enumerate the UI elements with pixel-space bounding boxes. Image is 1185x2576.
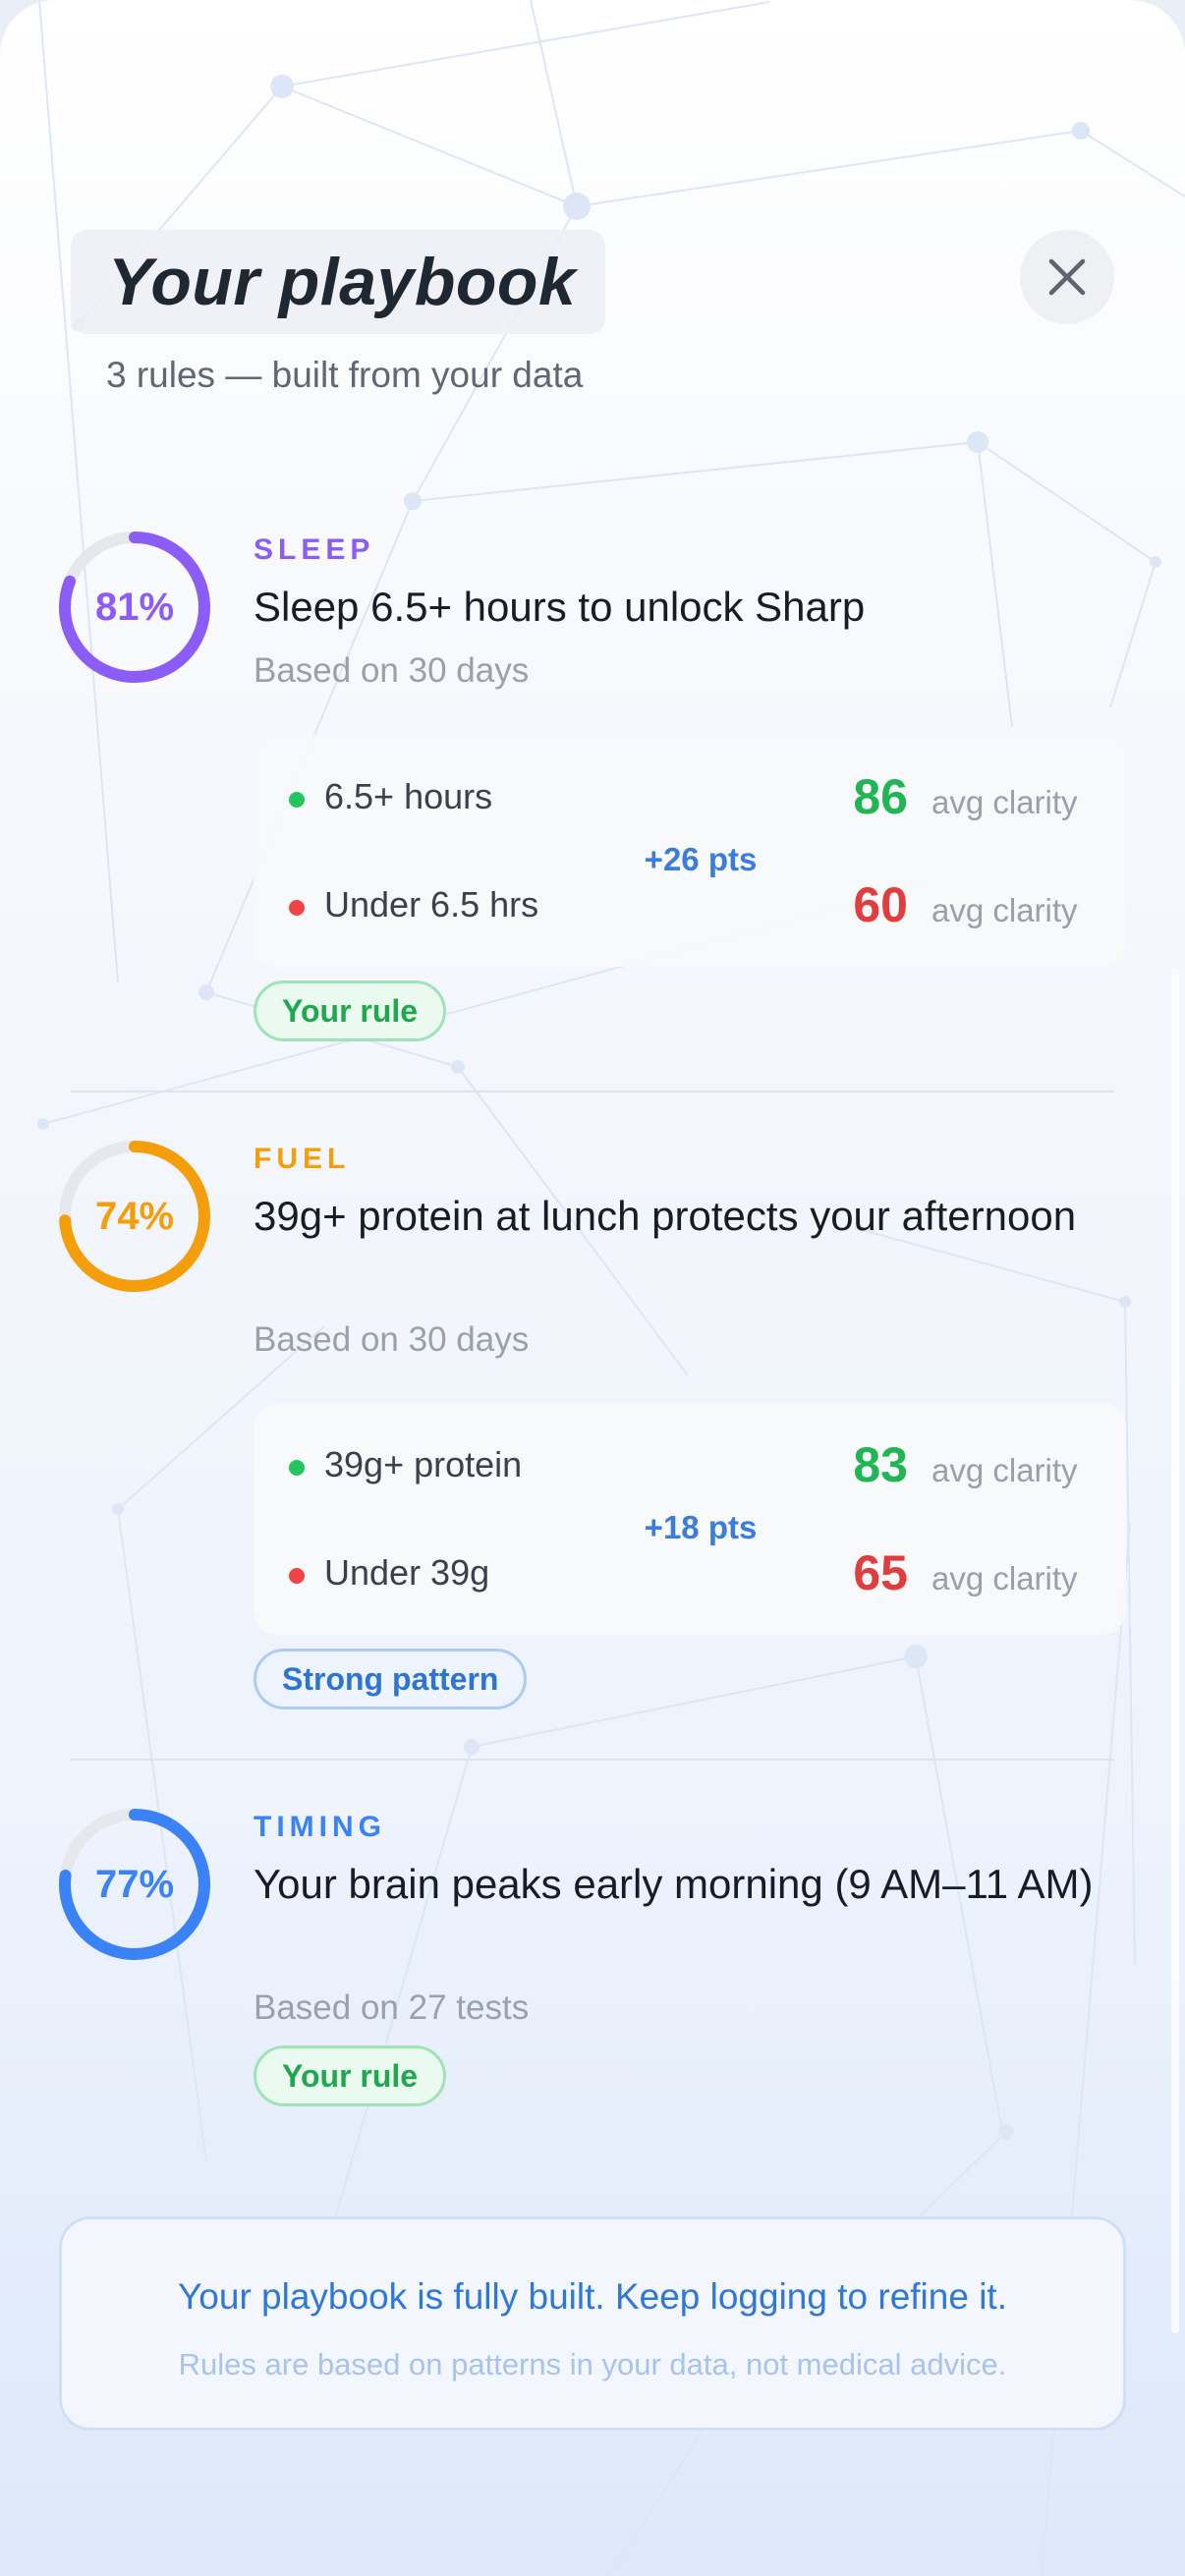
rule-basis: Based on 27 tests (254, 1988, 530, 2027)
playbook-sheet: Your playbook 3 rules — built from your … (0, 0, 1185, 2576)
rule-basis: Based on 30 days (254, 651, 530, 690)
positive-dot (289, 792, 305, 808)
low-value: 65 (853, 1545, 908, 1600)
negative-dot (289, 900, 305, 916)
close-button[interactable] (1020, 230, 1114, 324)
page-subtitle: 3 rules — built from your data (106, 355, 584, 395)
confidence-percent: 74% (94, 1194, 175, 1238)
low-unit: avg clarity (931, 1560, 1078, 1596)
divider (71, 1759, 1114, 1761)
low-label: Under 6.5 hrs (324, 884, 539, 924)
high-label: 39g+ protein (324, 1444, 523, 1484)
rule-title: 39g+ protein at lunch protects your afte… (254, 1193, 1077, 1239)
high-unit: avg clarity (931, 784, 1078, 820)
low-unit: avg clarity (931, 892, 1078, 928)
page-title: Your playbook (108, 245, 577, 319)
rule-category: TIMING (254, 1811, 386, 1843)
rule-category: SLEEP (254, 533, 375, 566)
low-value: 60 (853, 877, 908, 932)
negative-dot (289, 1568, 305, 1584)
comparison-panel: 6.5+ hours 86 avg clarity +26 pts Under … (254, 735, 1126, 967)
rule-category: FUEL (254, 1143, 351, 1175)
footer-disclaimer: Rules are based on patterns in your data… (178, 2347, 1007, 2381)
divider (71, 1091, 1114, 1092)
rule-basis: Based on 30 days (254, 1320, 530, 1359)
high-unit: avg clarity (931, 1452, 1078, 1488)
status-badge: Your rule (254, 980, 447, 1041)
delta-points: +18 pts (644, 1509, 758, 1545)
confidence-percent: 81% (94, 585, 175, 629)
positive-dot (289, 1460, 305, 1476)
close-icon (1048, 258, 1086, 296)
footer-message: Your playbook is fully built. Keep loggi… (178, 2276, 1007, 2317)
status-badge: Strong pattern (254, 1649, 528, 1709)
rule-title: Sleep 6.5+ hours to unlock Sharp (254, 584, 866, 630)
comparison-panel: 39g+ protein 83 avg clarity +18 pts Unde… (254, 1403, 1126, 1635)
high-label: 6.5+ hours (324, 776, 493, 816)
low-label: Under 39g (324, 1552, 490, 1593)
rule-title: Your brain peaks early morning (9 AM–11 … (254, 1861, 1094, 1907)
footer-note: Your playbook is fully built. Keep loggi… (59, 2216, 1126, 2431)
high-value: 83 (853, 1437, 908, 1492)
scrollbar[interactable] (1171, 968, 1179, 2333)
high-value: 86 (853, 769, 908, 824)
delta-points: +26 pts (644, 841, 758, 877)
confidence-percent: 77% (94, 1862, 175, 1906)
status-badge: Your rule (254, 2045, 447, 2106)
